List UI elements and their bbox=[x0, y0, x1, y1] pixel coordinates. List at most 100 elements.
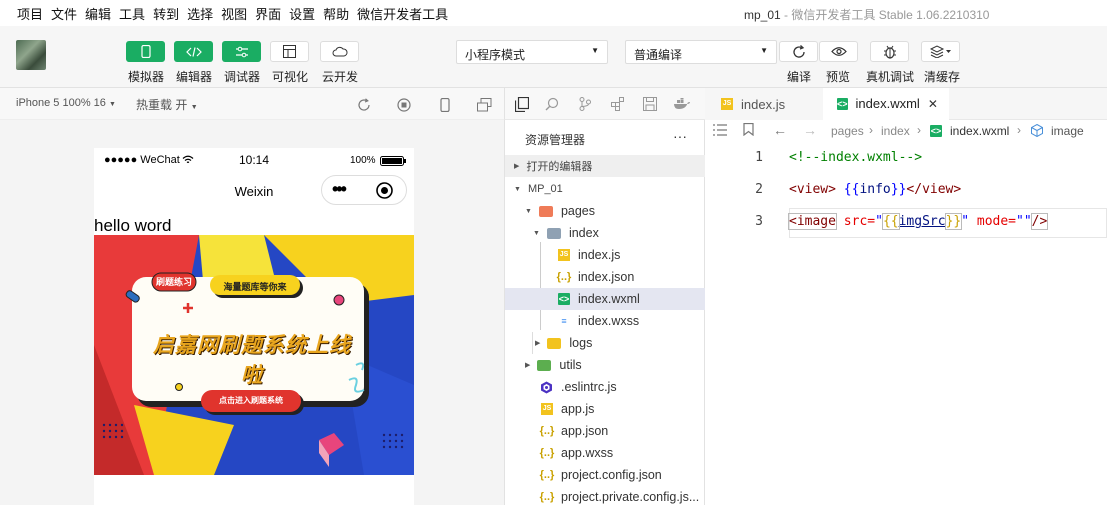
editor-toggle-button[interactable] bbox=[174, 41, 213, 62]
phone-icon[interactable] bbox=[440, 98, 450, 112]
breadcrumb-separator: › bbox=[917, 123, 921, 137]
tree-item-project-private-config[interactable]: {..} project.private.config.js... bbox=[505, 486, 705, 505]
avatar[interactable] bbox=[16, 40, 46, 70]
tree-item-label: index.json bbox=[578, 270, 635, 284]
menu-settings[interactable]: 设置 bbox=[289, 4, 315, 23]
breadcrumb-file[interactable]: index.wxml bbox=[950, 124, 1009, 138]
tree-item-label: index.js bbox=[578, 248, 621, 262]
folder-icon bbox=[547, 337, 562, 349]
explorer-more-button[interactable]: ··· bbox=[673, 128, 687, 144]
tree-item-index-wxml[interactable]: <> index.wxml bbox=[505, 288, 705, 310]
hotreload-select[interactable]: 热重载 开 ▼ bbox=[136, 96, 198, 113]
code-string: " bbox=[875, 214, 883, 229]
activity-bar bbox=[504, 88, 705, 120]
menu-view[interactable]: 视图 bbox=[221, 4, 247, 23]
tree-item-index-js[interactable]: JS index.js bbox=[505, 244, 705, 266]
tree-item-app-wxss[interactable]: {..} app.wxss bbox=[505, 442, 705, 464]
section-project[interactable]: ▼ MP_01 bbox=[505, 178, 705, 200]
toolbar: 模拟器 编辑器 调试器 可视化 云开发 小程序模式 ▼ 普通编译 ▼ 编译 预览… bbox=[0, 26, 1107, 88]
tree-item-index-folder[interactable]: ▼ index bbox=[505, 222, 705, 244]
menu-tools[interactable]: 工具 bbox=[119, 4, 145, 23]
tree-item-label: index bbox=[568, 226, 599, 240]
back-arrow-icon[interactable]: ← bbox=[773, 122, 787, 138]
element-node-icon bbox=[1031, 124, 1043, 137]
rotate-icon[interactable] bbox=[357, 98, 371, 112]
search-icon[interactable] bbox=[545, 97, 559, 111]
detach-window-icon[interactable] bbox=[477, 98, 492, 112]
menu-edit[interactable]: 编辑 bbox=[85, 4, 111, 23]
code-brace: {{ bbox=[881, 213, 900, 230]
code-tag: <image bbox=[788, 213, 837, 230]
compile-select[interactable]: 普通编译 ▼ bbox=[625, 40, 777, 64]
code-tag: <view> bbox=[789, 182, 836, 197]
storage-icon[interactable] bbox=[643, 97, 657, 111]
tree-item-app-json[interactable]: {..} app.json bbox=[505, 420, 705, 442]
extensions-icon[interactable] bbox=[611, 97, 625, 111]
window-title: mp_01 - 微信开发者工具 Stable 1.06.2210310 bbox=[744, 6, 989, 23]
chevron-right-icon: ▶ bbox=[525, 362, 531, 369]
close-mini-program-icon[interactable] bbox=[376, 182, 393, 199]
tree-item-eslintrc[interactable]: .eslintrc.js bbox=[505, 376, 705, 398]
section-open-editors[interactable]: ▶ 打开的编辑器 bbox=[505, 155, 705, 177]
source-control-icon[interactable] bbox=[579, 97, 591, 111]
compile-label: 编译 bbox=[787, 70, 812, 84]
menu-devtools[interactable]: 微信开发者工具 bbox=[357, 4, 448, 23]
docker-icon[interactable] bbox=[673, 98, 691, 110]
page-text: hello word bbox=[94, 216, 172, 235]
tree-item-app-js[interactable]: JS app.js bbox=[505, 398, 705, 420]
js-file-icon: JS bbox=[721, 98, 733, 110]
code-attribute: mode= bbox=[969, 214, 1017, 229]
folder-icon bbox=[538, 205, 553, 217]
hotreload-value: 热重载 开 bbox=[136, 98, 188, 112]
code-tag: /> bbox=[1030, 213, 1049, 230]
eye-icon bbox=[830, 47, 847, 56]
preview-label: 预览 bbox=[826, 70, 851, 84]
tree-item-pages[interactable]: ▼ pages bbox=[505, 200, 705, 222]
clearcache-label: 清缓存 bbox=[924, 70, 961, 84]
menu-project[interactable]: 项目 bbox=[17, 4, 43, 23]
files-icon[interactable] bbox=[515, 97, 529, 112]
js-file-icon: JS bbox=[541, 403, 553, 415]
explorer-title: 资源管理器 bbox=[525, 133, 586, 147]
more-dots-icon[interactable]: ••• bbox=[332, 179, 347, 200]
editor-tabs: JS index.js <> index.wxml ✕ bbox=[705, 88, 1107, 120]
simulator-label: 模拟器 bbox=[128, 70, 165, 84]
breadcrumb-index[interactable]: index bbox=[881, 124, 910, 138]
mode-select[interactable]: 小程序模式 ▼ bbox=[456, 40, 608, 64]
bookmark-icon[interactable] bbox=[743, 123, 754, 136]
list-icon[interactable] bbox=[713, 124, 727, 136]
tree-item-index-json[interactable]: {..} index.json bbox=[505, 266, 705, 288]
tab-index-wxml[interactable]: <> index.wxml ✕ bbox=[823, 88, 949, 120]
simulator-toggle-button[interactable] bbox=[126, 41, 165, 62]
clearcache-button[interactable] bbox=[921, 41, 960, 62]
breadcrumb-pages[interactable]: pages bbox=[831, 124, 864, 138]
compile-button[interactable] bbox=[779, 41, 818, 62]
close-icon[interactable]: ✕ bbox=[928, 97, 938, 111]
menu-file[interactable]: 文件 bbox=[51, 4, 77, 23]
debugger-toggle-button[interactable] bbox=[222, 41, 261, 62]
tree-item-logs[interactable]: ▶ logs bbox=[505, 332, 705, 354]
chevron-down-icon: ▼ bbox=[514, 185, 521, 193]
stop-icon[interactable] bbox=[397, 98, 411, 112]
realdebug-button[interactable] bbox=[870, 41, 909, 62]
menu-goto[interactable]: 转到 bbox=[153, 4, 179, 23]
preview-button[interactable] bbox=[819, 41, 858, 62]
menu-help[interactable]: 帮助 bbox=[323, 4, 349, 23]
device-select[interactable]: iPhone 5 100% 16 ▼ bbox=[16, 97, 116, 109]
menu-select[interactable]: 选择 bbox=[187, 4, 213, 23]
code-brace: }} bbox=[944, 213, 963, 230]
tree-item-project-config[interactable]: {..} project.config.json bbox=[505, 464, 705, 486]
tab-index-js[interactable]: JS index.js bbox=[705, 88, 823, 120]
breadcrumb-node[interactable]: image bbox=[1051, 124, 1084, 138]
cloud-button[interactable] bbox=[320, 41, 359, 62]
phone-icon bbox=[140, 45, 151, 58]
code-variable: info bbox=[859, 182, 891, 197]
visual-button[interactable] bbox=[270, 41, 309, 62]
tree-item-index-wxss[interactable]: ≡ index.wxss bbox=[505, 310, 705, 332]
code-variable: imgSrc bbox=[898, 214, 946, 229]
code-editor[interactable]: 1 2 3 <!--index.wxml--> <view> {{info}}<… bbox=[705, 142, 1107, 505]
menu-interface[interactable]: 界面 bbox=[255, 4, 281, 23]
section-open-editors-label: 打开的编辑器 bbox=[526, 161, 593, 173]
forward-arrow-icon[interactable]: → bbox=[803, 122, 817, 138]
tree-item-utils[interactable]: ▶ utils bbox=[505, 354, 705, 376]
